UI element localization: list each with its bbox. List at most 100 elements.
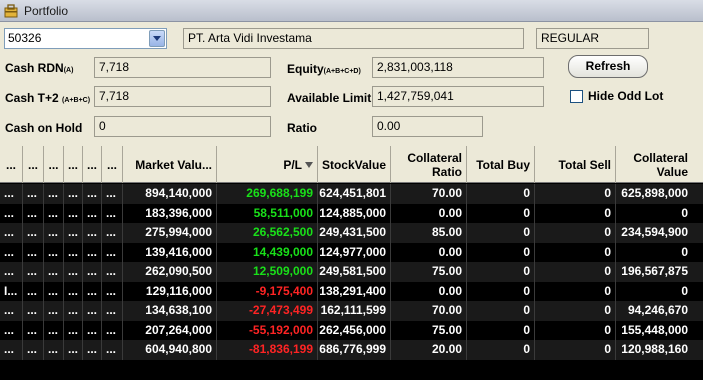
hide-odd-lot-checkbox[interactable]	[570, 90, 583, 103]
cell-total-sell: 0	[535, 223, 616, 243]
table-row[interactable]: .................. 275,994,000 26,562,500 2…	[0, 223, 703, 243]
ratio-label: Ratio	[287, 121, 317, 135]
cell-col-5: ...	[83, 242, 102, 262]
cell-collateral-value: 94,246,670	[627, 303, 688, 317]
cell-col-1: ...	[0, 242, 23, 262]
column-header-collateral-ratio[interactable]: Collateral Ratio	[391, 146, 467, 183]
cell-col-6: ...	[102, 184, 123, 204]
column-header-3[interactable]: ...	[44, 146, 64, 183]
cell-col-4: ...	[64, 184, 83, 204]
cell-collateral-ratio: 0.00	[391, 281, 467, 301]
column-header-total-buy[interactable]: Total Buy	[467, 146, 535, 183]
cell-stock-value: 249,581,500	[318, 262, 391, 282]
cell-col-1: ...	[0, 262, 23, 282]
table-row[interactable]: .................. 262,090,500 12,509,000 2…	[0, 262, 703, 282]
column-header-collateral-value[interactable]: Collateral Value	[616, 146, 692, 183]
cell-stock-value: 162,111,599	[318, 301, 391, 321]
cell-col-6: ...	[102, 340, 123, 360]
cell-pl: 58,511,000	[217, 203, 318, 223]
cell-col-3: ...	[44, 203, 64, 223]
cell-total-sell: 0	[535, 184, 616, 204]
cell-stock-value: 249,431,500	[318, 223, 391, 243]
cell-col-3: ...	[44, 184, 64, 204]
account-select[interactable]: 50326	[4, 28, 167, 49]
column-header-6[interactable]: ...	[102, 146, 123, 183]
cell-collateral-ratio: 70.00	[391, 301, 467, 321]
account-type-field: REGULAR	[536, 28, 649, 49]
grid-header: ... ... ... ... ... ... Market Valu... P…	[0, 146, 703, 183]
cell-col-2: ...	[23, 242, 44, 262]
table-row[interactable]: .................. 134,638,100 -27,473,499…	[0, 301, 703, 321]
ratio-value: 0.00	[372, 116, 483, 137]
table-row[interactable]: .................. 894,140,000 269,688,199…	[0, 184, 703, 204]
cell-pl: -81,836,199	[217, 340, 318, 360]
cell-collateral-ratio: 75.00	[391, 262, 467, 282]
column-header-market-value[interactable]: Market Valu...	[123, 146, 217, 183]
table-row[interactable]: .................. 139,416,000 14,439,000 1…	[0, 242, 703, 262]
table-row[interactable]: I.................. 129,116,000 -9,175,400…	[0, 281, 703, 301]
cell-stock-value: 686,776,999	[318, 340, 391, 360]
cell-pl: -55,192,000	[217, 320, 318, 340]
cell-total-buy: 0	[467, 281, 535, 301]
cell-col-5: ...	[83, 281, 102, 301]
cell-total-sell: 0	[535, 281, 616, 301]
cell-col-5: ...	[83, 203, 102, 223]
cell-col-1: ...	[0, 340, 23, 360]
column-header-5[interactable]: ...	[83, 146, 102, 183]
cell-col-6: ...	[102, 262, 123, 282]
column-header-total-sell[interactable]: Total Sell	[535, 146, 616, 183]
cell-collateral-value: 0	[681, 205, 688, 220]
cell-stock-value: 138,291,400	[318, 281, 391, 301]
cell-col-6: ...	[102, 223, 123, 243]
cell-collateral-value: 155,448,000	[621, 322, 688, 337]
column-header-4[interactable]: ...	[64, 146, 83, 183]
cell-col-2: ...	[23, 301, 44, 321]
cell-col-1: ...	[0, 301, 23, 321]
cell-col-5: ...	[83, 223, 102, 243]
cell-collateral-value: 0	[681, 283, 688, 298]
cell-col-2: ...	[23, 203, 44, 223]
cell-col-1: I...	[0, 281, 23, 301]
column-header-pl-label: P/L	[283, 157, 302, 172]
cell-collateral-ratio: 20.00	[391, 340, 467, 360]
column-header-2[interactable]: ...	[23, 146, 44, 183]
column-header-stock-value[interactable]: StockValue	[318, 146, 391, 183]
available-limit-value: 1,427,759,041	[372, 86, 544, 107]
cell-stock-value: 124,885,000	[318, 203, 391, 223]
cash-hold-label: Cash on Hold	[5, 121, 83, 135]
hide-odd-lot-label[interactable]: Hide Odd Lot	[588, 89, 663, 103]
column-header-1[interactable]: ...	[0, 146, 23, 183]
cell-market-value: 207,264,000	[123, 320, 217, 340]
cell-total-sell: 0	[535, 262, 616, 282]
cell-col-5: ...	[83, 262, 102, 282]
cell-col-1: ...	[0, 223, 23, 243]
cell-collateral-value: 234,594,900	[621, 225, 688, 239]
table-row[interactable]: .................. 183,396,000 58,511,000 1…	[0, 203, 703, 223]
portfolio-window-icon	[4, 3, 18, 18]
column-header-pl[interactable]: P/L	[217, 146, 318, 183]
cell-stock-value: 624,451,801	[318, 184, 391, 204]
cash-t2-label: Cash T+2 (A+B+C)	[5, 91, 91, 105]
cell-col-2: ...	[23, 223, 44, 243]
cell-col-6: ...	[102, 320, 123, 340]
cell-collateral-ratio: 0.00	[391, 242, 467, 262]
cell-total-buy: 0	[467, 223, 535, 243]
cell-col-5: ...	[83, 301, 102, 321]
cell-col-3: ...	[44, 301, 64, 321]
cell-col-4: ...	[64, 340, 83, 360]
cash-rdn-value: 7,718	[94, 57, 271, 78]
cell-total-sell: 0	[535, 340, 616, 360]
refresh-button[interactable]: Refresh	[568, 55, 648, 78]
cell-total-buy: 0	[467, 203, 535, 223]
table-row[interactable]: .................. 604,940,800 -81,836,199…	[0, 340, 703, 360]
cell-pl: 12,509,000	[217, 262, 318, 282]
cash-rdn-label: Cash RDN(A)	[5, 61, 74, 75]
cell-col-3: ...	[44, 320, 64, 340]
cell-pl: 26,562,500	[217, 223, 318, 243]
table-row[interactable]: .................. 207,264,000 -55,192,000…	[0, 320, 703, 340]
cell-total-buy: 0	[467, 301, 535, 321]
cell-col-1: ...	[0, 320, 23, 340]
chevron-down-icon[interactable]	[149, 30, 165, 47]
cell-pl: 269,688,199	[217, 184, 318, 204]
cell-col-2: ...	[23, 281, 44, 301]
